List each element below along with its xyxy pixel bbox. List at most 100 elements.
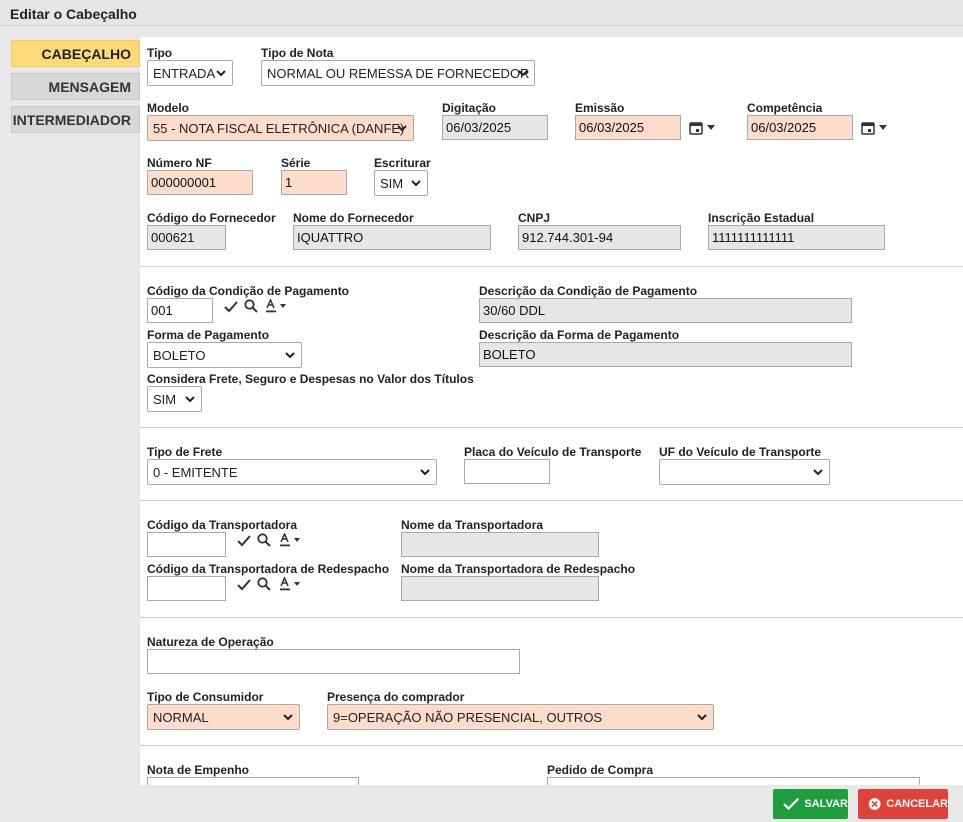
- natureza-label: Natureza de Operação: [147, 635, 274, 649]
- chevron-down-icon: [420, 469, 430, 476]
- forma-pag-select[interactable]: BOLETO: [147, 342, 302, 368]
- cnpj-field: 912.744.301-94: [518, 225, 681, 250]
- presenca-label: Presença do comprador: [327, 690, 465, 704]
- nota-empenho-label: Nota de Empenho: [147, 763, 250, 777]
- escriturar-label: Escriturar: [374, 156, 431, 170]
- presenca-select[interactable]: 9=OPERAÇÃO NÃO PRESENCIAL, OUTROS: [327, 704, 714, 730]
- tipo-select[interactable]: ENTRADA: [147, 60, 233, 86]
- check-icon[interactable]: [224, 301, 238, 313]
- chevron-down-icon: [518, 70, 528, 77]
- cod-transp-label: Código da Transportadora: [147, 518, 298, 532]
- chevron-down-icon: [185, 396, 195, 403]
- nome-fornecedor-label: Nome do Fornecedor: [293, 211, 414, 225]
- numero-nf-label: Número NF: [147, 156, 212, 170]
- nome-transp-redesp-label: Nome da Transportadora de Redespacho: [401, 562, 636, 576]
- pedido-compra-field[interactable]: [547, 777, 920, 785]
- digitacao-label: Digitação: [442, 101, 497, 115]
- tipo-frete-label: Tipo de Frete: [147, 445, 223, 459]
- modelo-select[interactable]: 55 - NOTA FISCAL ELETRÔNICA (DANFE): [147, 115, 414, 141]
- tipo-consumidor-label: Tipo de Consumidor: [147, 690, 264, 704]
- nav-tab-intermediador[interactable]: INTERMEDIADOR: [11, 106, 140, 133]
- search-icon[interactable]: [257, 577, 271, 591]
- text-format-icon[interactable]: [280, 533, 302, 547]
- forma-pag-label: Forma de Pagamento: [147, 328, 270, 342]
- digitacao-field: 06/03/2025: [442, 115, 548, 140]
- section-divider: [140, 745, 963, 746]
- desc-forma-pag-label: Descrição da Forma de Pagamento: [479, 328, 680, 342]
- cancel-button[interactable]: CANCELAR: [858, 789, 948, 819]
- considera-frete-select[interactable]: SIM: [147, 386, 202, 412]
- forma-pag-value: BOLETO: [153, 348, 206, 363]
- nome-transp-label: Nome da Transportadora: [401, 518, 544, 532]
- modelo-label: Modelo: [147, 101, 189, 115]
- tipo-consumidor-select[interactable]: NORMAL: [147, 704, 300, 730]
- cnpj-label: CNPJ: [518, 211, 551, 225]
- competencia-label: Competência: [747, 101, 823, 115]
- nota-empenho-field[interactable]: [147, 777, 359, 785]
- search-icon[interactable]: [244, 299, 258, 313]
- inscricao-label: Inscrição Estadual: [708, 211, 815, 225]
- chevron-down-icon: [283, 714, 293, 721]
- numero-nf-field[interactable]: 000000001: [147, 170, 253, 195]
- desc-cond-pag-field: 30/60 DDL: [479, 298, 852, 323]
- caret-down-icon[interactable]: [707, 125, 715, 131]
- check-icon[interactable]: [237, 535, 251, 547]
- competencia-field[interactable]: 06/03/2025: [747, 115, 853, 140]
- uf-veiculo-label: UF do Veículo de Transporte: [659, 445, 822, 459]
- section-divider: [140, 500, 963, 501]
- emissao-label: Emissão: [575, 101, 625, 115]
- pedido-compra-label: Pedido de Compra: [547, 763, 654, 777]
- cod-fornecedor-label: Código do Fornecedor: [147, 211, 276, 225]
- calendar-icon[interactable]: [861, 121, 875, 135]
- tipo-nota-select[interactable]: NORMAL OU REMESSA DE FORNECEDOR: [261, 60, 535, 86]
- desc-forma-pag-field: BOLETO: [479, 342, 852, 367]
- nome-transp-redesp-field: [401, 576, 599, 601]
- tipo-nota-label: Tipo de Nota: [261, 46, 334, 60]
- section-divider: [140, 266, 963, 267]
- caret-down-icon[interactable]: [879, 125, 887, 131]
- check-icon: [783, 797, 800, 811]
- chevron-down-icon: [397, 125, 407, 132]
- chevron-down-icon: [697, 714, 707, 721]
- chevron-down-icon: [411, 180, 421, 187]
- emissao-field[interactable]: 06/03/2025: [575, 115, 681, 140]
- window-title: Editar o Cabeçalho: [0, 0, 963, 26]
- calendar-icon[interactable]: [689, 121, 703, 135]
- nav-tab-mensagem[interactable]: MENSAGEM: [11, 73, 140, 100]
- cod-transp-redesp-label: Código da Transportadora de Redespacho: [147, 562, 390, 576]
- form-panel: Tipo ENTRADA Tipo de Nota NORMAL OU REME…: [140, 37, 963, 785]
- search-icon[interactable]: [257, 533, 271, 547]
- cod-transp-field[interactable]: [147, 532, 226, 557]
- serie-field[interactable]: 1: [281, 170, 347, 195]
- check-icon[interactable]: [237, 579, 251, 591]
- escriturar-value: SIM: [380, 176, 404, 191]
- nav-tab-cabecalho[interactable]: CABEÇALHO: [11, 40, 140, 67]
- section-divider: [140, 427, 963, 428]
- placa-label: Placa do Veículo de Transporte: [464, 445, 642, 459]
- cancel-button-label: CANCELAR: [886, 798, 948, 810]
- inscricao-field: 1111111111111: [708, 225, 885, 250]
- section-divider: [140, 617, 963, 618]
- natureza-field[interactable]: [147, 649, 520, 674]
- text-format-icon[interactable]: [280, 577, 302, 591]
- tipo-frete-select[interactable]: 0 - EMITENTE: [147, 459, 437, 485]
- cod-cond-pag-field[interactable]: 001: [147, 298, 213, 323]
- save-button[interactable]: SALVAR: [773, 789, 848, 819]
- cod-fornecedor-field: 000621: [147, 225, 226, 250]
- uf-veiculo-select[interactable]: [659, 459, 830, 485]
- close-circle-icon: [868, 798, 881, 810]
- chevron-down-icon: [216, 70, 226, 77]
- modelo-value: 55 - NOTA FISCAL ELETRÔNICA (DANFE): [153, 121, 405, 136]
- serie-label: Série: [281, 156, 311, 170]
- cod-cond-pag-label: Código da Condição de Pagamento: [147, 284, 350, 298]
- tipo-label: Tipo: [147, 46, 173, 60]
- chevron-down-icon: [285, 352, 295, 359]
- nome-transp-field: [401, 532, 599, 557]
- cod-transp-redesp-field[interactable]: [147, 576, 226, 601]
- placa-field[interactable]: [464, 459, 550, 484]
- considera-frete-value: SIM: [153, 392, 177, 407]
- tipo-value: ENTRADA: [153, 66, 216, 81]
- tipo-frete-value: 0 - EMITENTE: [153, 465, 238, 480]
- escriturar-select[interactable]: SIM: [374, 170, 428, 196]
- text-format-icon[interactable]: [266, 299, 288, 313]
